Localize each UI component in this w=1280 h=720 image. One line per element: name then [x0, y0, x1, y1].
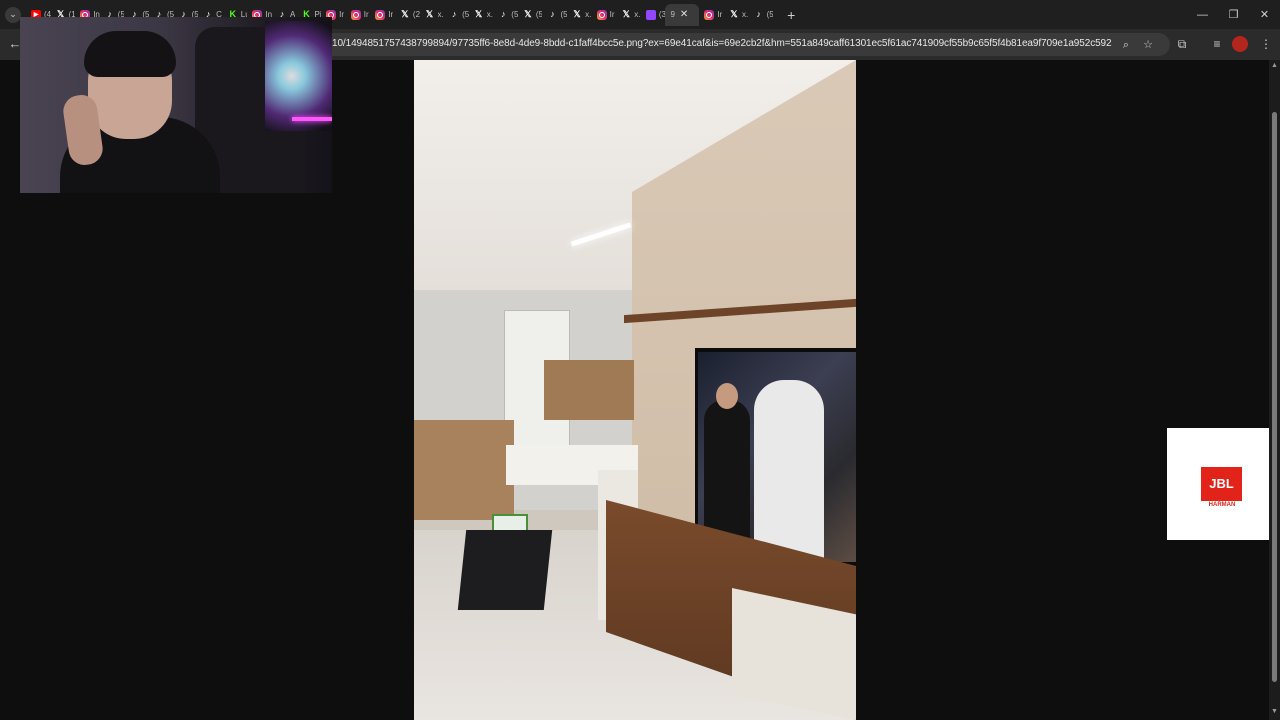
browser-tab[interactable]: ♪ (5 — [749, 4, 774, 26]
tab-title: x. — [585, 10, 592, 19]
zoom-icon[interactable]: ⌕ — [1118, 37, 1134, 53]
restore-button[interactable]: ❐ — [1218, 0, 1249, 29]
displayed-image[interactable] — [414, 60, 856, 720]
scroll-down-arrow-icon[interactable]: ▼ — [1269, 708, 1280, 718]
x-icon: 𝕏 — [730, 9, 738, 19]
cardboard-boxes-back — [544, 360, 634, 420]
x-icon: 𝕏 — [524, 9, 532, 19]
jbl-logo: JBL — [1201, 467, 1242, 501]
scrollbar[interactable]: ▲ ▼ — [1269, 60, 1280, 720]
tab-title: (2 — [412, 10, 420, 19]
tiktok-icon: ♪ — [451, 9, 457, 19]
x-icon: 𝕏 — [401, 9, 409, 19]
bookmark-star-icon[interactable]: ☆ — [1140, 37, 1156, 53]
tab-title: x. — [437, 10, 444, 19]
browser-tab[interactable]: ♪ (5 — [444, 4, 469, 26]
twitch-icon — [645, 9, 656, 20]
tiktok-icon: ♪ — [550, 9, 555, 19]
instagram-icon — [375, 9, 386, 20]
instagram-icon — [350, 9, 361, 20]
tab-title: Ir — [363, 10, 369, 19]
browser-tab[interactable]: 𝕏x. — [420, 4, 445, 26]
browser-tab[interactable]: 𝕏 (2 — [395, 4, 420, 26]
browser-tab[interactable]: (3 — [641, 4, 666, 26]
close-tab-icon[interactable]: ✕ — [680, 9, 688, 20]
browser-tab[interactable]: 𝕏x. — [567, 4, 592, 26]
cardboard-boxes — [414, 420, 514, 520]
browser-menu-icon[interactable]: ⋮ — [1257, 35, 1275, 53]
media-controls-icon[interactable]: ≡ — [1208, 35, 1226, 53]
scrollbar-thumb[interactable] — [1272, 112, 1277, 682]
browser-tab[interactable]: Ir — [592, 4, 617, 26]
harman-text: HARMAN — [1208, 502, 1236, 508]
minimize-button[interactable]: — — [1187, 0, 1218, 29]
neon-strip — [292, 117, 332, 121]
scroll-up-arrow-icon[interactable]: ▲ — [1269, 62, 1280, 72]
neon-light — [265, 21, 332, 131]
tab-title: (5 — [462, 10, 469, 19]
tab-title: x. — [634, 10, 641, 19]
tab-title: (5 — [535, 10, 543, 19]
instagram-icon — [596, 9, 607, 20]
instagram-icon — [704, 9, 715, 20]
tv-person-head — [716, 383, 738, 409]
tab-title: 9 — [670, 10, 675, 19]
tab-title: x. — [742, 10, 749, 19]
tiktok-icon: ♪ — [756, 9, 761, 19]
x-icon: 𝕏 — [475, 9, 483, 19]
jbl-ad[interactable]: JBL HARMAN — [1167, 428, 1280, 540]
browser-tab[interactable]: Ir — [370, 4, 395, 26]
url-text[interactable]: 10/1494851757438799894/97735ff6-8e8d-4de… — [332, 38, 1112, 49]
tiktok-icon: ♪ — [501, 9, 506, 19]
tv-person-white-shirt — [754, 380, 824, 560]
browser-tab[interactable]: 𝕏x. — [469, 4, 494, 26]
browser-tab[interactable]: 𝕏 (5 — [518, 4, 543, 26]
x-icon: 𝕏 — [425, 9, 434, 19]
window-controls: — ❐ ✕ — [1187, 0, 1280, 29]
tab-title: (3 — [658, 10, 666, 19]
tab-title: Ir — [609, 10, 615, 19]
chevron-down-icon: ⌄ — [5, 6, 21, 23]
tab-title: (5 — [511, 10, 518, 19]
browser-tab[interactable]: Ir — [699, 4, 724, 26]
browser-tab[interactable]: 𝕏x. — [616, 4, 641, 26]
close-window-button[interactable]: ✕ — [1249, 0, 1280, 29]
tab-title: x. — [486, 10, 493, 19]
browser-tab[interactable]: ♪ (5 — [493, 4, 518, 26]
extensions-icon[interactable]: ⧉ — [1173, 35, 1191, 53]
tab-title: (5 — [766, 10, 774, 19]
tv-person — [704, 400, 750, 540]
new-tab-button[interactable]: + — [781, 7, 801, 23]
x-icon: 𝕏 — [573, 9, 581, 19]
active-tab[interactable]: 9 ✕ — [665, 3, 700, 26]
tab-title: Ir — [339, 10, 345, 19]
x-icon: 𝕏 — [622, 9, 630, 19]
streamer-hair — [84, 31, 176, 77]
address-bar[interactable]: 10/1494851757438799894/97735ff6-8e8d-4de… — [322, 33, 1170, 56]
webcam-overlay — [20, 17, 332, 193]
profile-avatar[interactable] — [1232, 36, 1248, 52]
browser-tab[interactable]: ♪ (5 — [542, 4, 567, 26]
browser-tab[interactable]: Ir — [346, 4, 371, 26]
tab-title: Ir — [388, 10, 394, 19]
tab-title: Ir — [717, 10, 723, 19]
browser-tab[interactable]: 𝕏x. — [724, 4, 749, 26]
tab-title: (5 — [560, 10, 568, 19]
black-box — [457, 530, 553, 610]
